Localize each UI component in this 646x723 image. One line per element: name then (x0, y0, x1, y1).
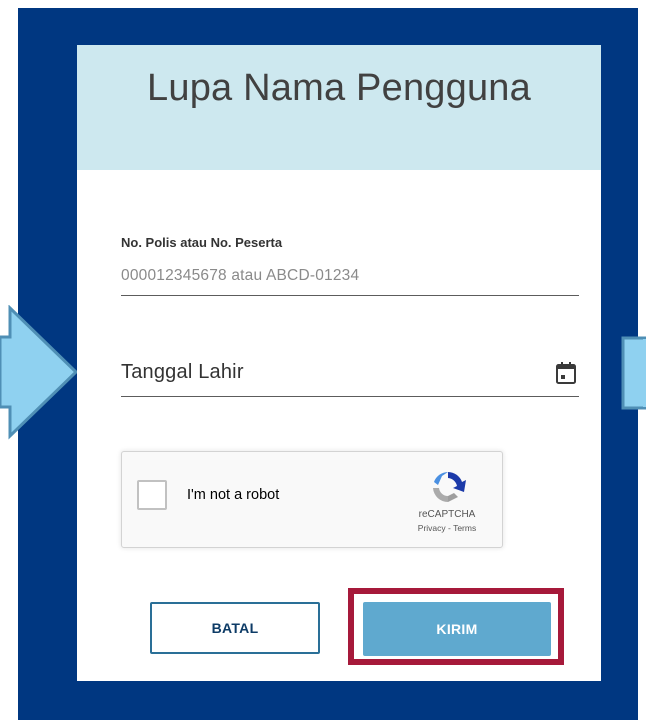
recaptcha-privacy-terms[interactable]: Privacy - Terms (402, 523, 492, 533)
recaptcha-widget: I'm not a robot reCAPTCHA Privacy - Term… (121, 451, 503, 548)
cancel-button[interactable]: BATAL (150, 602, 320, 654)
recaptcha-brand: reCAPTCHA (418, 509, 476, 520)
recaptcha-checkbox[interactable] (137, 480, 167, 510)
right-arrow-graphic (621, 336, 646, 410)
forgot-username-card: Lupa Nama Pengguna No. Polis atau No. Pe… (77, 45, 601, 681)
left-arrow-graphic (0, 305, 79, 440)
calendar-icon[interactable] (555, 361, 577, 385)
birth-date-label: Tanggal Lahir (121, 361, 244, 383)
page-title: Lupa Nama Pengguna (147, 67, 531, 109)
policy-number-input[interactable] (121, 257, 579, 296)
birth-date-field[interactable]: Tanggal Lahir (121, 357, 579, 397)
recaptcha-label: I'm not a robot (187, 487, 280, 503)
submit-button[interactable]: KIRIM (363, 602, 551, 656)
recaptcha-logo-icon (433, 472, 466, 503)
card-header: Lupa Nama Pengguna (77, 45, 601, 170)
policy-number-label: No. Polis atau No. Peserta (121, 235, 283, 250)
